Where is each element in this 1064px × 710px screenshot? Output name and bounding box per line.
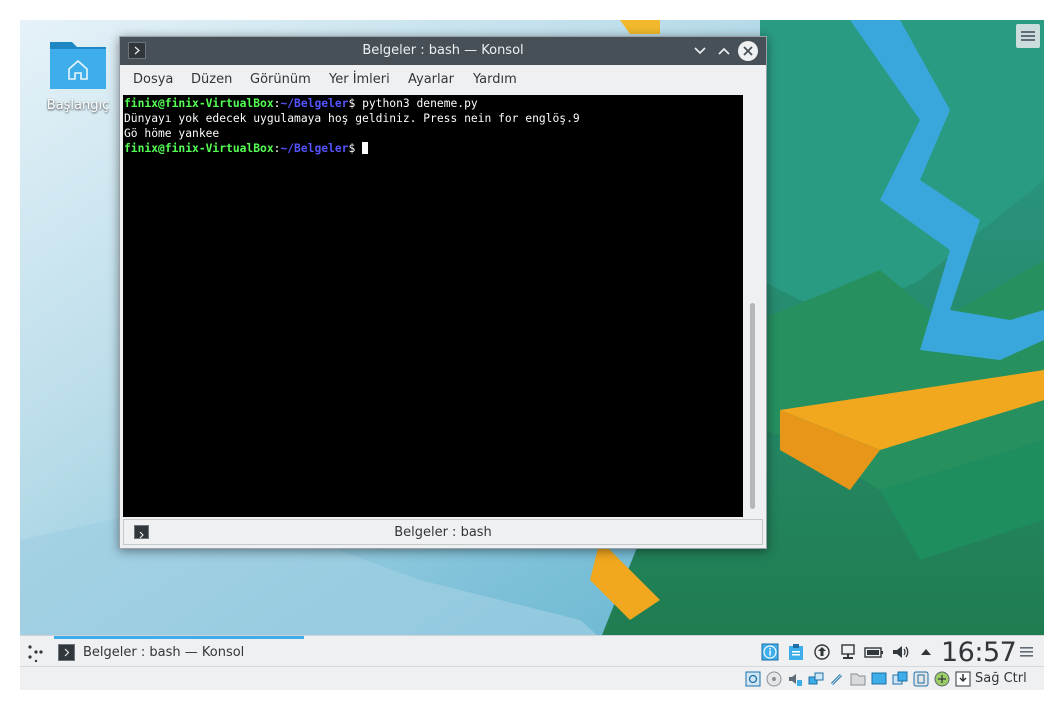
menu-yardim[interactable]: Yardım bbox=[473, 72, 517, 87]
home-folder-label: Başlangıç bbox=[46, 98, 110, 113]
window-title: Belgeler : bash — Konsol bbox=[362, 43, 524, 58]
tab-label: Belgeler : bash bbox=[394, 525, 492, 540]
terminal-output[interactable]: finix@finix-VirtualBox:~/Belgeler$ pytho… bbox=[123, 95, 743, 517]
network-adapter-icon[interactable] bbox=[808, 671, 824, 687]
terminal-line: Gö höme yankee bbox=[124, 127, 220, 140]
prompt-user: finix@finix-VirtualBox bbox=[124, 97, 274, 110]
session-tab[interactable]: Belgeler : bash bbox=[123, 519, 763, 545]
prompt-path: ~/Belgeler bbox=[280, 142, 349, 155]
prompt-user: finix@finix-VirtualBox bbox=[124, 142, 274, 155]
battery-icon[interactable] bbox=[864, 642, 884, 662]
vt-x-icon[interactable] bbox=[913, 671, 929, 687]
scrollbar-thumb[interactable] bbox=[750, 303, 755, 509]
application-launcher-button[interactable] bbox=[26, 644, 46, 663]
menu-dosya[interactable]: Dosya bbox=[133, 72, 173, 87]
updates-icon[interactable] bbox=[812, 642, 832, 662]
konsole-window: Belgeler : bash — Konsol Dosya Düzen Gör… bbox=[119, 36, 767, 549]
home-folder-icon[interactable]: Başlangıç bbox=[38, 36, 118, 113]
terminal-line: Dünyayı yok edecek uygulamaya hoş geldin… bbox=[124, 112, 580, 125]
terminal-scrollbar[interactable] bbox=[743, 95, 763, 517]
minimize-button[interactable] bbox=[690, 41, 710, 61]
optical-drive-icon[interactable] bbox=[766, 671, 782, 687]
chevron-down-icon bbox=[694, 47, 706, 55]
volume-icon[interactable] bbox=[890, 642, 910, 662]
maximize-button[interactable] bbox=[714, 41, 734, 61]
terminal-prompt-icon bbox=[58, 644, 75, 661]
menu-ayarlar[interactable]: Ayarlar bbox=[408, 72, 454, 87]
audio-icon[interactable] bbox=[787, 671, 803, 687]
menu-yer-imleri[interactable]: Yer İmleri bbox=[329, 72, 390, 87]
prompt-dollar: $ bbox=[348, 142, 363, 155]
terminal-line: finix@finix-VirtualBox:~/Belgeler$ pytho… bbox=[124, 96, 742, 111]
menu-gorunum[interactable]: Görünüm bbox=[250, 72, 311, 87]
klipper-icon[interactable] bbox=[786, 642, 806, 662]
host-key-label: Sağ Ctrl bbox=[975, 671, 1027, 686]
active-task-indicator bbox=[54, 636, 304, 639]
panel-options-button[interactable] bbox=[1020, 644, 1036, 660]
virtualbox-status-bar: Sağ Ctrl bbox=[20, 666, 1044, 690]
window-titlebar[interactable]: Belgeler : bash — Konsol bbox=[120, 37, 766, 65]
menu-duzen[interactable]: Düzen bbox=[191, 72, 232, 87]
hamburger-icon bbox=[1020, 647, 1033, 657]
info-icon[interactable] bbox=[760, 642, 780, 662]
close-icon bbox=[743, 46, 753, 56]
task-label: Belgeler : bash — Konsol bbox=[83, 645, 245, 660]
host-key-icon[interactable] bbox=[955, 671, 971, 687]
terminal-line: finix@finix-VirtualBox:~/Belgeler$ bbox=[124, 141, 742, 156]
display-icon[interactable] bbox=[871, 671, 887, 687]
video-capture-icon[interactable] bbox=[892, 671, 908, 687]
prompt-dollar: $ bbox=[348, 97, 363, 110]
network-icon[interactable] bbox=[838, 642, 858, 662]
hard-disk-icon[interactable] bbox=[745, 671, 761, 687]
usb-icon[interactable] bbox=[829, 671, 845, 687]
folder-icon bbox=[50, 42, 106, 89]
desktop-toolbox-button[interactable] bbox=[1016, 24, 1040, 48]
vm-screen: Başlangıç Belgeler : bash — Konsol Dosya… bbox=[20, 20, 1044, 690]
prompt-path: ~/Belgeler bbox=[280, 97, 349, 110]
mouse-integration-icon[interactable] bbox=[934, 671, 950, 687]
chevron-up-icon bbox=[718, 47, 730, 55]
text-cursor bbox=[362, 142, 369, 154]
launcher-dots-icon bbox=[28, 645, 43, 663]
shared-folders-icon[interactable] bbox=[850, 671, 866, 687]
hamburger-icon bbox=[1021, 31, 1035, 41]
expand-tray-icon[interactable] bbox=[916, 642, 936, 662]
menu-bar: Dosya Düzen Görünüm Yer İmleri Ayarlar Y… bbox=[120, 65, 766, 93]
close-button[interactable] bbox=[738, 41, 758, 61]
command-text: python3 deneme.py bbox=[362, 97, 478, 110]
digital-clock[interactable]: 16:57 bbox=[941, 637, 1017, 668]
